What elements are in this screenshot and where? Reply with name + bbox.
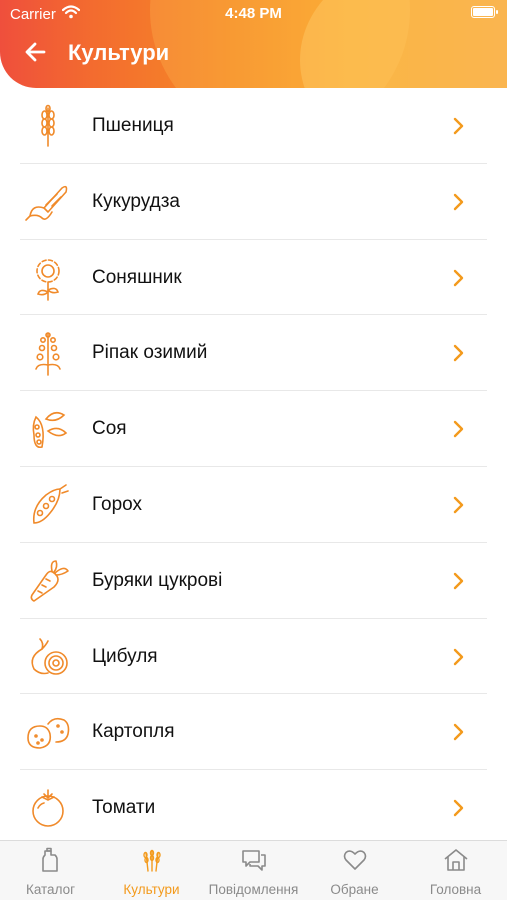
list-item[interactable]: Картопля xyxy=(20,694,487,771)
list-item[interactable]: Кукурудза xyxy=(20,164,487,240)
tab-cultures[interactable]: Культури xyxy=(101,841,202,900)
chevron-right-icon xyxy=(453,269,464,286)
tab-label: Повідомлення xyxy=(208,882,299,897)
soy-icon xyxy=(32,412,68,449)
page-title: Культури xyxy=(68,40,170,65)
tab-messages[interactable]: Повідомлення xyxy=(203,841,304,900)
list-item-label: Кукурудза xyxy=(92,190,180,212)
heart-icon xyxy=(343,850,367,870)
list-item-label: Ріпак озимий xyxy=(92,342,208,364)
list-item-label: Буряки цукрові xyxy=(92,569,223,591)
chevron-right-icon xyxy=(453,572,464,589)
list-item[interactable]: Пшениця xyxy=(20,88,487,164)
list-item-label: Горох xyxy=(92,493,143,515)
tab-bar: Каталог Культури Повідомлення Обране Гол… xyxy=(0,840,507,900)
list-item-label: Соя xyxy=(92,418,127,440)
list-item-label: Томати xyxy=(92,797,156,819)
tab-label: Обране xyxy=(330,882,379,897)
tab-favorites[interactable]: Обране xyxy=(304,841,405,900)
list-item[interactable]: Соняшник xyxy=(20,240,487,316)
home-icon xyxy=(444,849,468,871)
list-item[interactable]: Соя xyxy=(20,391,487,467)
tomato-icon xyxy=(32,789,64,827)
catalog-icon xyxy=(42,847,58,872)
list-item-label: Цибуля xyxy=(92,645,158,667)
onion-icon xyxy=(31,637,68,675)
clock: 4:48 PM xyxy=(225,5,282,22)
list-item[interactable]: Цибуля xyxy=(20,619,487,695)
chevron-right-icon xyxy=(453,345,464,362)
tab-label: Культури xyxy=(123,882,180,897)
list-item[interactable]: Горох xyxy=(20,467,487,543)
tab-label: Головна xyxy=(429,882,482,897)
pea-icon xyxy=(32,484,69,524)
tab-label: Каталог xyxy=(25,882,76,897)
list-item[interactable]: Томати xyxy=(20,770,487,846)
wheat-icon xyxy=(143,849,161,872)
list-item[interactable]: Буряки цукрові xyxy=(20,543,487,619)
chevron-right-icon xyxy=(453,648,464,665)
header: Carrier 4:48 PM Культури xyxy=(0,0,507,88)
potato-icon xyxy=(27,718,70,750)
sunflower-icon xyxy=(36,258,60,301)
chevron-right-icon xyxy=(453,420,464,438)
tab-catalog[interactable]: Каталог xyxy=(0,841,101,900)
list-item-label: Картопля xyxy=(92,721,175,743)
chevron-right-icon xyxy=(453,193,464,210)
chevron-right-icon xyxy=(453,799,464,817)
rapeseed-icon xyxy=(35,332,61,377)
chevron-right-icon xyxy=(453,496,464,514)
list-item[interactable]: Ріпак озимий xyxy=(20,315,487,392)
back-button[interactable] xyxy=(22,38,50,66)
battery-icon xyxy=(471,6,498,18)
crop-list: Пшениця Кукурудза Соняшник Ріпак озимий … xyxy=(0,88,507,846)
chevron-right-icon xyxy=(453,117,464,135)
tab-home[interactable]: Головна xyxy=(405,841,506,900)
messages-icon xyxy=(242,850,266,871)
corn-icon xyxy=(25,185,68,221)
status-bar: Carrier 4:48 PM xyxy=(0,0,507,30)
sugar-beet-icon xyxy=(30,559,69,602)
wheat-icon xyxy=(41,104,55,147)
list-item-label: Пшениця xyxy=(92,115,174,136)
list-item-label: Соняшник xyxy=(92,266,182,288)
chevron-right-icon xyxy=(453,724,464,741)
